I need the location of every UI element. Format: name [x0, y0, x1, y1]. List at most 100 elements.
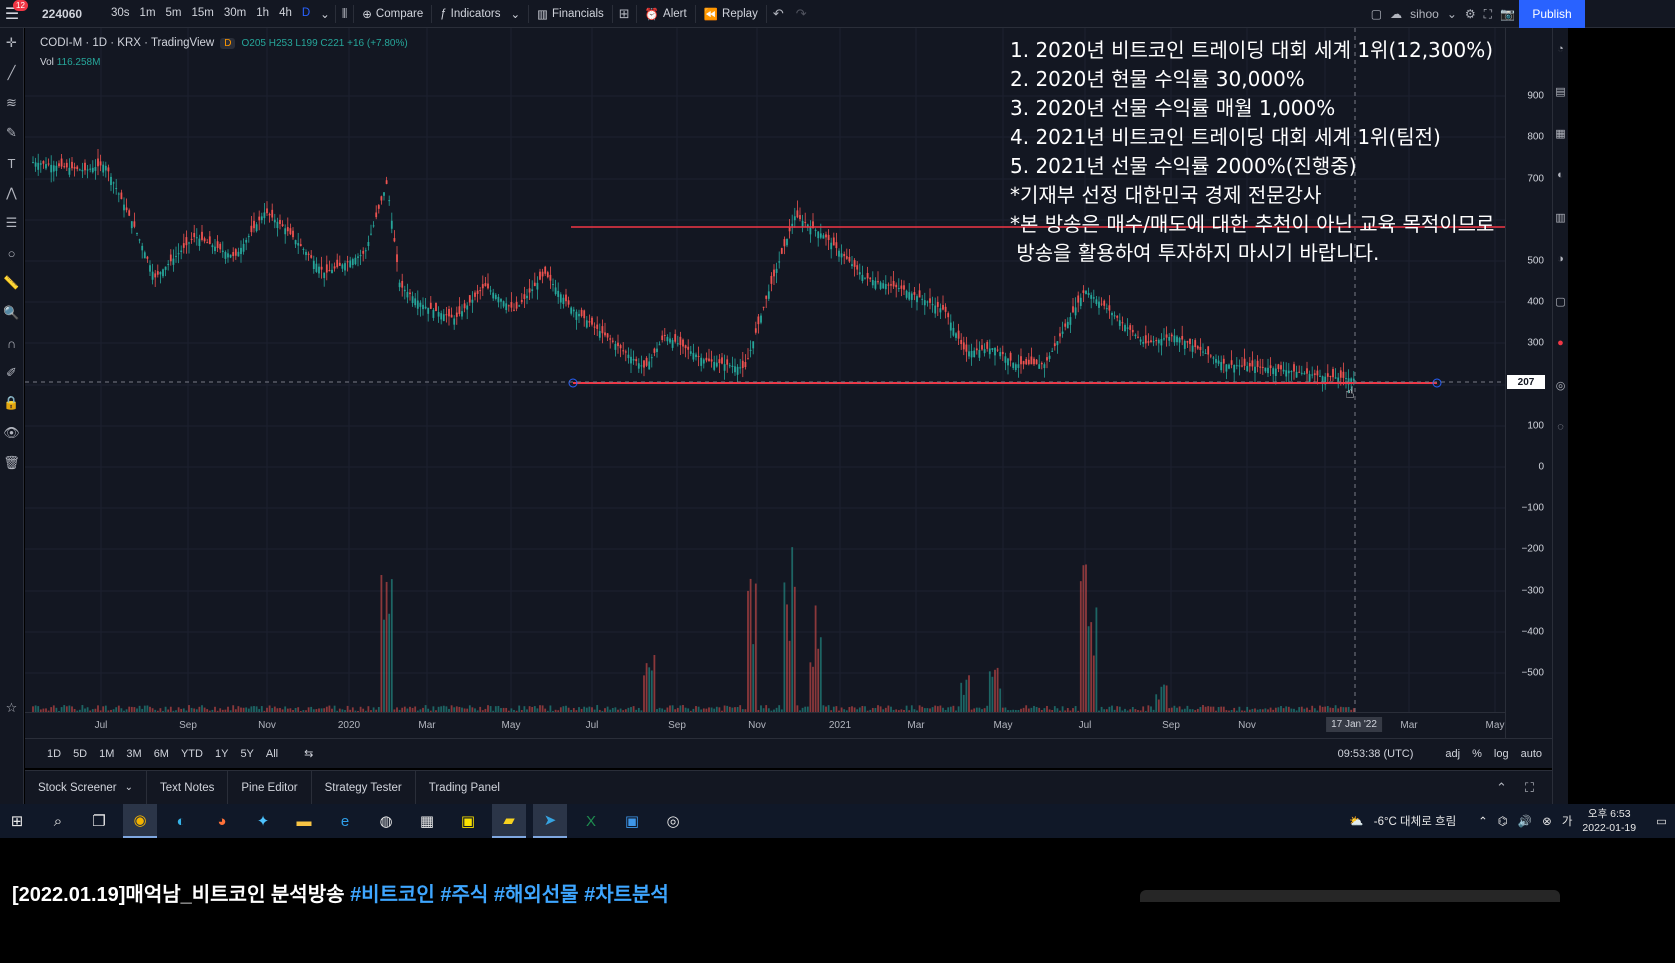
interval-15m[interactable]: 15m: [187, 7, 219, 21]
chevron-down-icon[interactable]: ⌄: [1447, 7, 1457, 21]
interval-5m[interactable]: 5m: [161, 7, 187, 21]
financials-button[interactable]: ▥ Financials: [529, 0, 612, 28]
range-1y[interactable]: 1Y: [209, 748, 234, 760]
undo-icon[interactable]: ↶: [767, 6, 790, 22]
network-icon[interactable]: ⌬: [1498, 814, 1508, 828]
clock-readout[interactable]: 09:53:38 (UTC): [1338, 748, 1414, 760]
prediction-icon[interactable]: ☰: [0, 208, 23, 238]
watchlist-icon[interactable]: ◔: [1553, 28, 1568, 70]
adj-toggle[interactable]: adj: [1445, 748, 1460, 760]
shape-icon[interactable]: ○: [0, 238, 23, 268]
chrome-icon[interactable]: ◉: [123, 804, 157, 838]
chat-icon[interactable]: ▢: [1553, 280, 1568, 322]
hotlist-icon[interactable]: ◐: [1553, 154, 1568, 196]
maximize-icon[interactable]: ⛶: [1525, 780, 1534, 796]
volume-icon[interactable]: 🔊: [1518, 814, 1532, 828]
range-6m[interactable]: 6M: [148, 748, 175, 760]
app-blue-icon[interactable]: ▣: [615, 804, 649, 838]
interval-30s[interactable]: 30s: [106, 7, 135, 21]
range-ytd[interactable]: YTD: [175, 748, 209, 760]
publish-button[interactable]: Publish: [1519, 0, 1585, 28]
menu-button[interactable]: ☰ 12: [0, 0, 28, 28]
edge-icon[interactable]: ◐: [164, 804, 198, 838]
folder-icon[interactable]: ▬: [287, 804, 321, 838]
weather-icon[interactable]: ⛅: [1349, 814, 1363, 828]
percent-toggle[interactable]: %: [1472, 748, 1482, 760]
chevron-up-icon[interactable]: ⌃: [1478, 814, 1488, 828]
notifications-icon[interactable]: ●: [1553, 322, 1568, 364]
auto-toggle[interactable]: auto: [1521, 748, 1542, 760]
compare-button[interactable]: ⊕ Compare: [354, 0, 431, 28]
interval-4h[interactable]: 4h: [274, 7, 297, 21]
ideas-icon[interactable]: ◑: [1553, 238, 1568, 280]
task-view-icon[interactable]: ❐: [82, 804, 116, 838]
ime-icon[interactable]: 가: [1562, 813, 1573, 829]
lock-icon[interactable]: 🔒: [0, 388, 23, 418]
interval-30m[interactable]: 30m: [219, 7, 251, 21]
gear-icon[interactable]: ⚙: [1465, 7, 1476, 21]
fib-icon[interactable]: ≋: [0, 88, 23, 118]
interval-1m[interactable]: 1m: [135, 7, 161, 21]
symbol-search[interactable]: 224060: [24, 7, 106, 21]
chevron-up-icon[interactable]: ⌃: [1496, 780, 1507, 796]
range-5d[interactable]: 5D: [67, 748, 93, 760]
chevron-down-icon[interactable]: ⌄: [315, 7, 335, 21]
date-range-icon[interactable]: ⇆: [298, 747, 319, 760]
tab-pine-editor[interactable]: Pine Editor: [228, 770, 312, 805]
layout-square-icon[interactable]: ▢: [1371, 7, 1382, 21]
crosshair-icon[interactable]: ✛: [0, 28, 23, 58]
range-3m[interactable]: 3M: [120, 748, 147, 760]
layout-grid-icon[interactable]: ⊞: [613, 6, 636, 22]
sticky-notes-icon[interactable]: ▰: [492, 804, 526, 838]
windows-start-icon[interactable]: ⊞: [0, 804, 34, 838]
alerts-icon[interactable]: ▤: [1553, 70, 1568, 112]
log-toggle[interactable]: log: [1494, 748, 1509, 760]
signal-icon[interactable]: ◌: [1553, 406, 1568, 448]
range-1m[interactable]: 1M: [93, 748, 120, 760]
video-hashtags[interactable]: #비트코인 #주식 #해외선물 #차트분석: [350, 884, 669, 906]
interval-d[interactable]: D: [297, 7, 315, 21]
text-icon[interactable]: T: [0, 148, 23, 178]
weather-text[interactable]: -6°C 대체로 흐림: [1374, 813, 1456, 829]
trend-line-icon[interactable]: ╱: [0, 58, 23, 88]
eye-icon[interactable]: 👁: [0, 418, 23, 448]
tab-trading-panel[interactable]: Trading Panel: [416, 771, 513, 805]
calculator-icon[interactable]: ▦: [410, 804, 444, 838]
magnet-icon[interactable]: ∩: [0, 328, 23, 358]
obs-icon[interactable]: ◎: [656, 804, 690, 838]
redo-icon[interactable]: ↷: [790, 6, 813, 22]
calendar-icon[interactable]: ▥: [1553, 196, 1568, 238]
time-axis[interactable]: Jul Sep Nov 2020 Mar May Jul Sep Nov 202…: [25, 712, 1505, 738]
ruler-icon[interactable]: 📏: [0, 268, 23, 298]
fullscreen-icon[interactable]: ⛶: [1484, 7, 1492, 22]
tab-strategy-tester[interactable]: Strategy Tester: [312, 770, 416, 805]
indicators-button[interactable]: ƒ Indicators ⌄: [432, 0, 528, 28]
range-5y[interactable]: 5Y: [234, 748, 259, 760]
excel-icon[interactable]: X: [574, 804, 608, 838]
replay-button[interactable]: ⏪ Replay: [696, 0, 766, 28]
close-circle-icon[interactable]: ⊗: [1542, 814, 1552, 828]
candle-style-icon[interactable]: ⫴: [336, 6, 353, 22]
layout-name[interactable]: sihoo: [1410, 7, 1439, 21]
lock-drawings-icon[interactable]: ✐: [0, 358, 23, 388]
pattern-icon[interactable]: ⋀: [0, 178, 23, 208]
trash-icon[interactable]: 🗑: [0, 448, 23, 478]
search-icon[interactable]: ⌕: [41, 804, 75, 838]
bird-app-icon[interactable]: ✦: [246, 804, 280, 838]
streams-icon[interactable]: ◎: [1553, 364, 1568, 406]
capture-icon[interactable]: ◍: [369, 804, 403, 838]
interval-1h[interactable]: 1h: [251, 7, 274, 21]
notification-center-icon[interactable]: ▭: [1656, 814, 1667, 828]
telegram-icon[interactable]: ➤: [533, 804, 567, 838]
firefox-icon[interactable]: ◕: [205, 804, 239, 838]
kakaotalk-icon[interactable]: ▣: [451, 804, 485, 838]
range-all[interactable]: All: [260, 748, 284, 760]
taskbar-clock[interactable]: 오후 6:53 2022-01-19: [1582, 807, 1636, 835]
internet-explorer-icon[interactable]: e: [328, 804, 362, 838]
tab-text-notes[interactable]: Text Notes: [147, 770, 229, 805]
data-window-icon[interactable]: ▦: [1553, 112, 1568, 154]
price-axis[interactable]: 900 800 700 500 400 300 100 0 −100 −200 …: [1505, 28, 1552, 738]
zoom-icon[interactable]: 🔍: [0, 298, 23, 328]
brush-icon[interactable]: ✎: [0, 118, 23, 148]
alert-button[interactable]: ⏰ Alert: [637, 0, 695, 28]
